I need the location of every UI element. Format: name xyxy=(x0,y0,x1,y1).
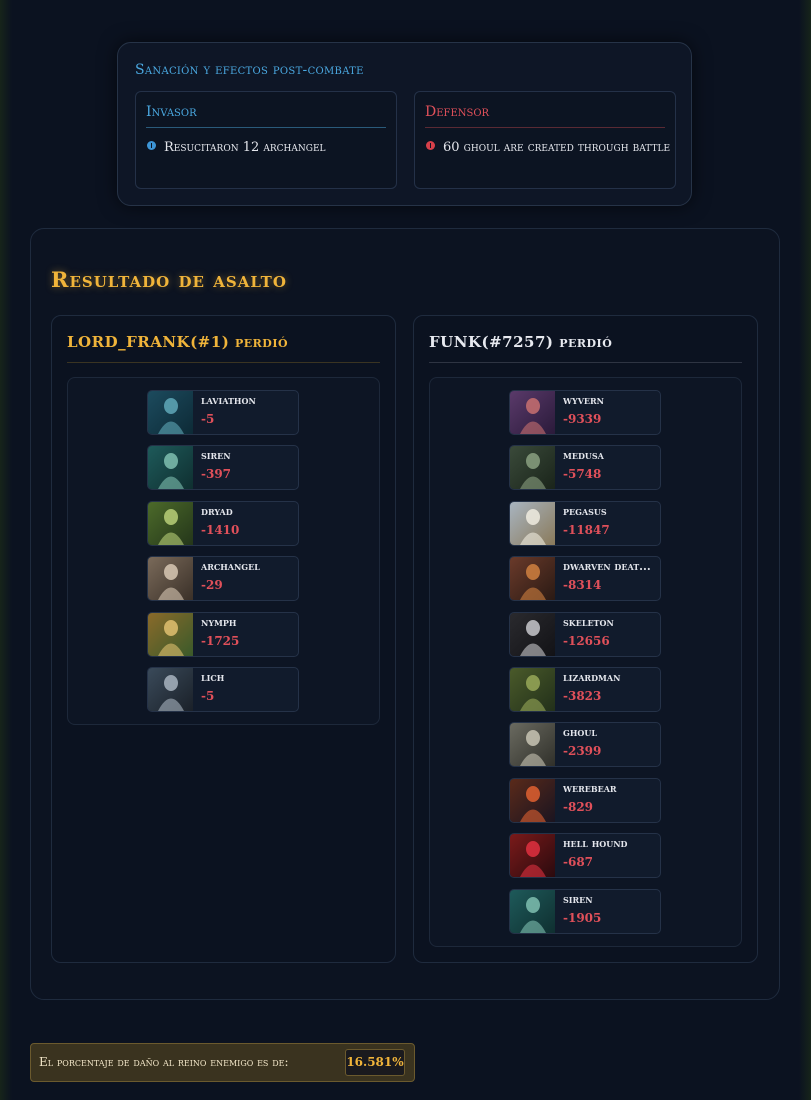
unit-loss: -12656 xyxy=(563,633,610,648)
unit-name: nymph xyxy=(201,615,237,629)
unit-name: archangel xyxy=(201,560,260,574)
damage-percentage-bar: El porcentaje de daño al reino enemigo e… xyxy=(30,1043,415,1082)
unit-name: pegasus xyxy=(563,504,607,518)
defender-heading: Defensor xyxy=(425,104,665,128)
attacker-unit-card[interactable]: lich -5 xyxy=(147,667,299,712)
defender-unit-card[interactable]: werebear -829 xyxy=(509,777,661,823)
attacker-heading: LORD_FRANK(#1) perdió xyxy=(67,333,380,363)
unit-portrait xyxy=(510,889,555,933)
invader-box: Invasor Resucitaron 12 archangel xyxy=(135,91,397,189)
background-edge-right xyxy=(799,0,811,1100)
unit-loss: -687 xyxy=(563,855,594,870)
unit-name: wyvern xyxy=(563,394,604,407)
unit-loss: -11847 xyxy=(563,522,610,537)
unit-portrait xyxy=(510,446,555,490)
defender-unit-card[interactable]: skeleton -12656 xyxy=(509,611,661,657)
unit-name: siren xyxy=(201,449,231,463)
info-icon xyxy=(147,141,156,150)
alert-icon xyxy=(426,141,435,150)
unit-loss: -1725 xyxy=(201,633,240,648)
unit-loss: -829 xyxy=(563,799,594,814)
invader-heading: Invasor xyxy=(146,104,386,128)
unit-portrait xyxy=(510,668,555,711)
defender-entry: 60 ghoul are created through battle xyxy=(426,137,678,159)
unit-portrait xyxy=(148,391,193,434)
attacker-unit-list: laviathon -5 siren -397 dryad -1410 archangel -… xyxy=(67,377,380,725)
unit-loss: -3823 xyxy=(563,689,602,703)
unit-portrait xyxy=(510,391,555,434)
healing-panel: Sanación y efectos post-combate Invasor … xyxy=(117,42,692,206)
unit-portrait xyxy=(510,501,555,545)
unit-loss: -2399 xyxy=(563,744,602,759)
unit-name: laviathon xyxy=(201,394,256,407)
unit-loss: -1410 xyxy=(201,522,240,537)
attacker-unit-card[interactable]: siren -397 xyxy=(147,445,299,491)
unit-loss: -397 xyxy=(201,467,232,482)
invader-entry: Resucitaron 12 archangel xyxy=(147,137,382,159)
defender-column: FUNK(#7257) perdió wyvern -9339 medusa -574… xyxy=(413,315,758,963)
attacker-unit-card[interactable]: nymph -1725 xyxy=(147,611,299,657)
unit-loss: -5748 xyxy=(563,467,602,482)
unit-portrait xyxy=(510,612,555,656)
unit-name: werebear xyxy=(563,781,617,795)
unit-portrait xyxy=(148,557,193,601)
unit-loss: -9339 xyxy=(563,412,602,426)
attacker-unit-card[interactable]: archangel -29 xyxy=(147,556,299,602)
defender-unit-card[interactable]: dwarven deat... -8314 xyxy=(509,556,661,602)
unit-name: dryad xyxy=(201,504,233,518)
defender-unit-card[interactable]: hell hound -687 xyxy=(509,833,661,879)
unit-portrait xyxy=(510,834,555,878)
damage-label: El porcentaje de daño al reino enemigo e… xyxy=(39,1055,289,1069)
unit-portrait xyxy=(510,723,555,767)
defender-unit-card[interactable]: siren -1905 xyxy=(509,888,661,934)
unit-portrait xyxy=(148,446,193,490)
unit-name: dwarven deat... xyxy=(563,560,651,574)
unit-name: medusa xyxy=(563,449,604,463)
defender-loss-heading: FUNK(#7257) perdió xyxy=(429,333,742,363)
defender-unit-list: wyvern -9339 medusa -5748 pegasus -11847 dwarv… xyxy=(429,377,742,947)
unit-loss: -5 xyxy=(201,412,215,426)
damage-value: 16.581% xyxy=(345,1049,405,1076)
unit-name: ghoul xyxy=(563,726,597,740)
assault-result-panel: Resultado de asalto LORD_FRANK(#1) perdi… xyxy=(30,228,780,1000)
healing-title: Sanación y efectos post-combate xyxy=(135,62,364,78)
defender-unit-card[interactable]: pegasus -11847 xyxy=(509,500,661,546)
unit-portrait xyxy=(510,557,555,601)
assault-title: Resultado de asalto xyxy=(51,267,287,292)
unit-name: lizardman xyxy=(563,671,621,684)
unit-loss: -8314 xyxy=(563,578,602,593)
unit-loss: -29 xyxy=(201,578,223,593)
defender-unit-card[interactable]: wyvern -9339 xyxy=(509,390,661,435)
unit-portrait xyxy=(148,612,193,656)
unit-name: lich xyxy=(201,671,225,684)
invader-entry-text: Resucitaron 12 archangel xyxy=(164,140,326,155)
unit-name: skeleton xyxy=(563,615,614,629)
unit-name: hell hound xyxy=(563,837,628,851)
unit-loss: -5 xyxy=(201,689,215,703)
defender-box: Defensor 60 ghoul are created through ba… xyxy=(414,91,676,189)
unit-portrait xyxy=(510,778,555,822)
defender-unit-card[interactable]: medusa -5748 xyxy=(509,445,661,491)
background-edge-left xyxy=(0,0,12,1100)
unit-name: siren xyxy=(563,892,593,906)
defender-unit-card[interactable]: ghoul -2399 xyxy=(509,722,661,768)
unit-portrait xyxy=(148,668,193,711)
defender-unit-card[interactable]: lizardman -3823 xyxy=(509,667,661,712)
attacker-unit-card[interactable]: dryad -1410 xyxy=(147,500,299,546)
defender-entry-text: 60 ghoul are created through battle xyxy=(443,140,671,155)
unit-portrait xyxy=(148,501,193,545)
unit-loss: -1905 xyxy=(563,910,602,925)
attacker-column: LORD_FRANK(#1) perdió laviathon -5 siren -3… xyxy=(51,315,396,963)
attacker-unit-card[interactable]: laviathon -5 xyxy=(147,390,299,435)
